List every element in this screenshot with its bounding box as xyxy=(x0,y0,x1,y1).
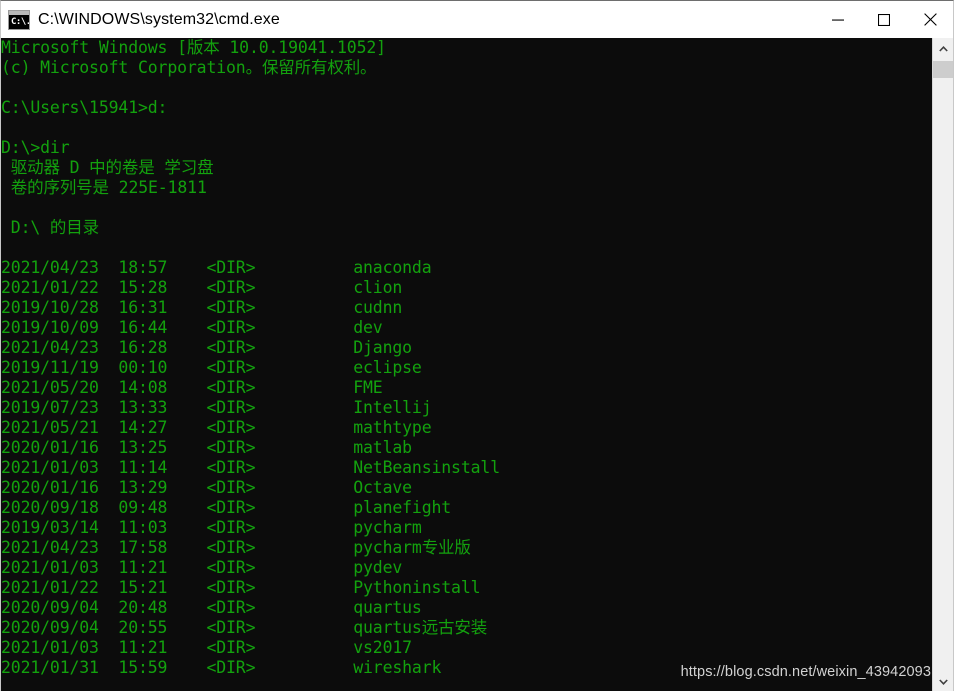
title-bar[interactable]: C:\. C:\WINDOWS\system32\cmd.exe xyxy=(1,1,953,38)
cmd-icon-prompt-glyph: C:\. xyxy=(11,16,30,27)
scrollbar-thumb[interactable] xyxy=(933,61,953,78)
console-line: 2021/01/03 11:14 <DIR> NetBeansinstall xyxy=(1,458,500,477)
cmd-app-icon: C:\. xyxy=(8,9,30,30)
title-bar-left: C:\. C:\WINDOWS\system32\cmd.exe xyxy=(1,9,815,30)
console-output-area[interactable]: Microsoft Windows [版本 10.0.19041.1052] (c… xyxy=(1,38,953,691)
console-line: 2021/05/20 14:08 <DIR> FME xyxy=(1,378,383,397)
console-line: C:\Users\15941>d: xyxy=(1,98,168,117)
console-line: 2021/01/03 11:21 <DIR> vs2017 xyxy=(1,638,412,657)
console-line: 2019/10/09 16:44 <DIR> dev xyxy=(1,318,383,337)
close-icon xyxy=(923,13,937,26)
window-title: C:\WINDOWS\system32\cmd.exe xyxy=(38,10,280,28)
maximize-button[interactable] xyxy=(861,1,907,38)
console-line: 2019/03/14 11:03 <DIR> pycharm xyxy=(1,518,422,537)
minimize-icon xyxy=(832,19,844,21)
console-scrollbar[interactable] xyxy=(932,38,953,691)
console-line: 驱动器 D 中的卷是 学习盘 xyxy=(1,158,214,177)
console-line: 2021/04/23 17:58 <DIR> pycharm专业版 xyxy=(1,538,471,557)
console-line: 2020/09/04 20:55 <DIR> quartus远古安装 xyxy=(1,618,488,637)
console-line: 2021/04/23 16:28 <DIR> Django xyxy=(1,338,412,357)
minimize-button[interactable] xyxy=(815,1,861,38)
console-line: 2021/01/22 15:21 <DIR> Pythoninstall xyxy=(1,578,481,597)
cmd-window: C:\. C:\WINDOWS\system32\cmd.exe Microso… xyxy=(0,0,954,691)
scrollbar-track[interactable] xyxy=(933,59,953,671)
console-line: Microsoft Windows [版本 10.0.19041.1052] xyxy=(1,38,386,57)
chevron-up-icon xyxy=(938,45,948,52)
maximize-icon xyxy=(878,13,890,26)
chevron-down-icon xyxy=(938,678,948,685)
console-line: 2020/09/04 20:48 <DIR> quartus xyxy=(1,598,422,617)
console-line: 2021/01/22 15:28 <DIR> clion xyxy=(1,278,403,297)
console-line: D:\>dir xyxy=(1,138,70,157)
console-line: 2020/01/16 13:25 <DIR> matlab xyxy=(1,438,412,457)
console-line: 2021/01/31 15:59 <DIR> wireshark xyxy=(1,658,442,677)
console-text: Microsoft Windows [版本 10.0.19041.1052] (c… xyxy=(1,38,932,691)
console-line: (c) Microsoft Corporation。保留所有权利。 xyxy=(1,58,377,77)
console-line: 2019/07/23 13:33 <DIR> Intellij xyxy=(1,398,432,417)
window-controls xyxy=(815,1,953,38)
console-line: 2021/04/23 18:57 <DIR> anaconda xyxy=(1,258,432,277)
console-line: 2019/11/19 00:10 <DIR> eclipse xyxy=(1,358,422,377)
scrollbar-up-button[interactable] xyxy=(933,38,953,59)
console-line: 卷的序列号是 225E-1811 xyxy=(1,178,207,197)
console-line: 2020/01/16 13:29 <DIR> Octave xyxy=(1,478,412,497)
console-line: 2021/05/21 14:27 <DIR> mathtype xyxy=(1,418,432,437)
console-line: 2019/10/28 16:31 <DIR> cudnn xyxy=(1,298,403,317)
console-line: D:\ 的目录 xyxy=(1,218,99,237)
console-line: 2021/01/03 11:21 <DIR> pydev xyxy=(1,558,403,577)
console-line: 2020/09/18 09:48 <DIR> planefight xyxy=(1,498,452,517)
scrollbar-down-button[interactable] xyxy=(933,671,953,691)
close-button[interactable] xyxy=(907,1,953,38)
